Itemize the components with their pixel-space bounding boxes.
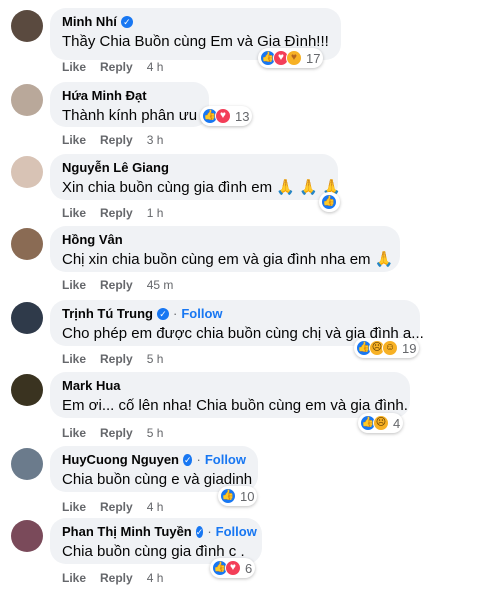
reaction-summary[interactable]: 👍 ♥ ♥ 17 <box>258 48 324 68</box>
timestamp[interactable]: 1 h <box>147 206 164 220</box>
reaction-summary[interactable]: 👍 ♥ 6 <box>210 558 256 578</box>
verified-badge-icon: ✓ <box>183 453 193 466</box>
comment-text: Chia buồn cùng e và giadinh <box>62 471 253 488</box>
reply-button[interactable]: Reply <box>100 133 133 147</box>
like-button[interactable]: Like <box>62 60 86 74</box>
like-reaction-icon: 👍 <box>321 194 337 210</box>
pray-emoji: 🙏 <box>374 251 394 268</box>
reply-button[interactable]: Reply <box>100 426 133 440</box>
comment-actions: Like Reply 4 h <box>62 500 163 514</box>
comment-text: Em ơi... cố lên nha! Chia buồn cùng em v… <box>62 397 408 414</box>
like-button[interactable]: Like <box>62 206 86 220</box>
verified-badge-icon: ✓ <box>195 525 204 538</box>
like-button[interactable]: Like <box>62 426 86 440</box>
avatar[interactable] <box>11 448 43 480</box>
avatar[interactable] <box>11 10 43 42</box>
comment-bubble: Nguyễn Lê Giang Xin chia buồn cùng gia đ… <box>50 154 341 200</box>
sad-reaction-icon: ☹ <box>373 415 389 431</box>
reply-button[interactable]: Reply <box>100 571 133 585</box>
commenter-name[interactable]: Minh Nhí <box>62 14 117 29</box>
avatar[interactable] <box>11 84 43 116</box>
commenter-name[interactable]: Phan Thị Minh Tuyền <box>62 524 192 539</box>
separator-dot: · <box>207 524 212 539</box>
commenter-name[interactable]: Trịnh Tú Trung <box>62 306 153 321</box>
reaction-count: 4 <box>393 415 401 431</box>
commenter-name[interactable]: Nguyễn Lê Giang <box>62 160 169 175</box>
reaction-summary[interactable]: 👍 <box>319 192 340 212</box>
comment-text: Thành kính phân ưu <box>62 107 198 124</box>
comment-text-body: Chị xin chia buồn cùng em và gia đình nh… <box>62 251 371 268</box>
timestamp[interactable]: 3 h <box>147 133 164 147</box>
reply-button[interactable]: Reply <box>100 500 133 514</box>
comment-actions: Like Reply 45 m <box>62 278 173 292</box>
comment-bubble: Hồng Vân Chị xin chia buồn cùng em và gi… <box>50 226 400 272</box>
timestamp[interactable]: 5 h <box>147 352 164 366</box>
reply-button[interactable]: Reply <box>100 278 133 292</box>
commenter-name[interactable]: HuyCuong Nguyen <box>62 452 179 467</box>
reaction-summary[interactable]: 👍 10 <box>218 486 258 506</box>
timestamp[interactable]: 4 h <box>147 500 164 514</box>
care-reaction-icon: ♥ <box>286 50 302 66</box>
haha-reaction-icon: ☺ <box>382 340 398 356</box>
comment-actions: Like Reply 5 h <box>62 352 163 366</box>
timestamp[interactable]: 4 h <box>147 60 164 74</box>
comment-text: Chị xin chia buồn cùng em và gia đình nh… <box>62 250 393 269</box>
comment-actions: Like Reply 3 h <box>62 133 163 147</box>
like-button[interactable]: Like <box>62 133 86 147</box>
comment-text-body: Xin chia buồn cùng gia đình em <box>62 179 273 196</box>
verified-badge-icon: ✓ <box>157 307 169 320</box>
reaction-count: 6 <box>245 560 253 576</box>
comment-actions: Like Reply 4 h <box>62 571 163 585</box>
love-reaction-icon: ♥ <box>225 560 241 576</box>
reaction-count: 13 <box>235 108 250 124</box>
avatar[interactable] <box>11 520 43 552</box>
love-reaction-icon: ♥ <box>215 108 231 124</box>
timestamp[interactable]: 4 h <box>147 571 164 585</box>
reaction-count: 17 <box>306 50 321 66</box>
reaction-summary[interactable]: 👍 ♥ 13 <box>200 106 253 126</box>
reaction-summary[interactable]: 👍 ☹ 4 <box>358 413 404 433</box>
reaction-count: 10 <box>240 488 255 504</box>
timestamp[interactable]: 5 h <box>147 426 164 440</box>
comment-actions: Like Reply 4 h <box>62 60 163 74</box>
reply-button[interactable]: Reply <box>100 206 133 220</box>
comment-bubble: Mark Hua Em ơi... cố lên nha! Chia buồn … <box>50 372 410 418</box>
commenter-name[interactable]: Mark Hua <box>62 378 121 393</box>
comment-bubble: Hứa Minh Đạt Thành kính phân ưu <box>50 82 210 127</box>
timestamp[interactable]: 45 m <box>147 278 174 292</box>
reply-button[interactable]: Reply <box>100 60 133 74</box>
separator-dot: · <box>196 452 201 467</box>
comment-text: Xin chia buồn cùng gia đình em 🙏 🙏 🙏 <box>62 178 341 197</box>
like-button[interactable]: Like <box>62 352 86 366</box>
verified-badge-icon: ✓ <box>120 15 133 28</box>
avatar[interactable] <box>11 156 43 188</box>
follow-button[interactable]: Follow <box>205 452 246 467</box>
comment-actions: Like Reply 1 h <box>62 206 163 220</box>
reaction-summary[interactable]: 👍 ☹ ☺ 19 <box>354 338 420 358</box>
follow-button[interactable]: Follow <box>181 306 222 321</box>
commenter-name[interactable]: Hứa Minh Đạt <box>62 88 147 103</box>
avatar[interactable] <box>11 228 43 260</box>
like-button[interactable]: Like <box>62 571 86 585</box>
like-button[interactable]: Like <box>62 500 86 514</box>
separator-dot: · <box>173 306 178 321</box>
avatar[interactable] <box>11 374 43 406</box>
like-button[interactable]: Like <box>62 278 86 292</box>
avatar[interactable] <box>11 302 43 334</box>
comment-actions: Like Reply 5 h <box>62 426 163 440</box>
reply-button[interactable]: Reply <box>100 352 133 366</box>
follow-button[interactable]: Follow <box>216 524 257 539</box>
reaction-count: 19 <box>402 340 417 356</box>
commenter-name[interactable]: Hồng Vân <box>62 232 123 247</box>
like-reaction-icon: 👍 <box>220 488 236 504</box>
